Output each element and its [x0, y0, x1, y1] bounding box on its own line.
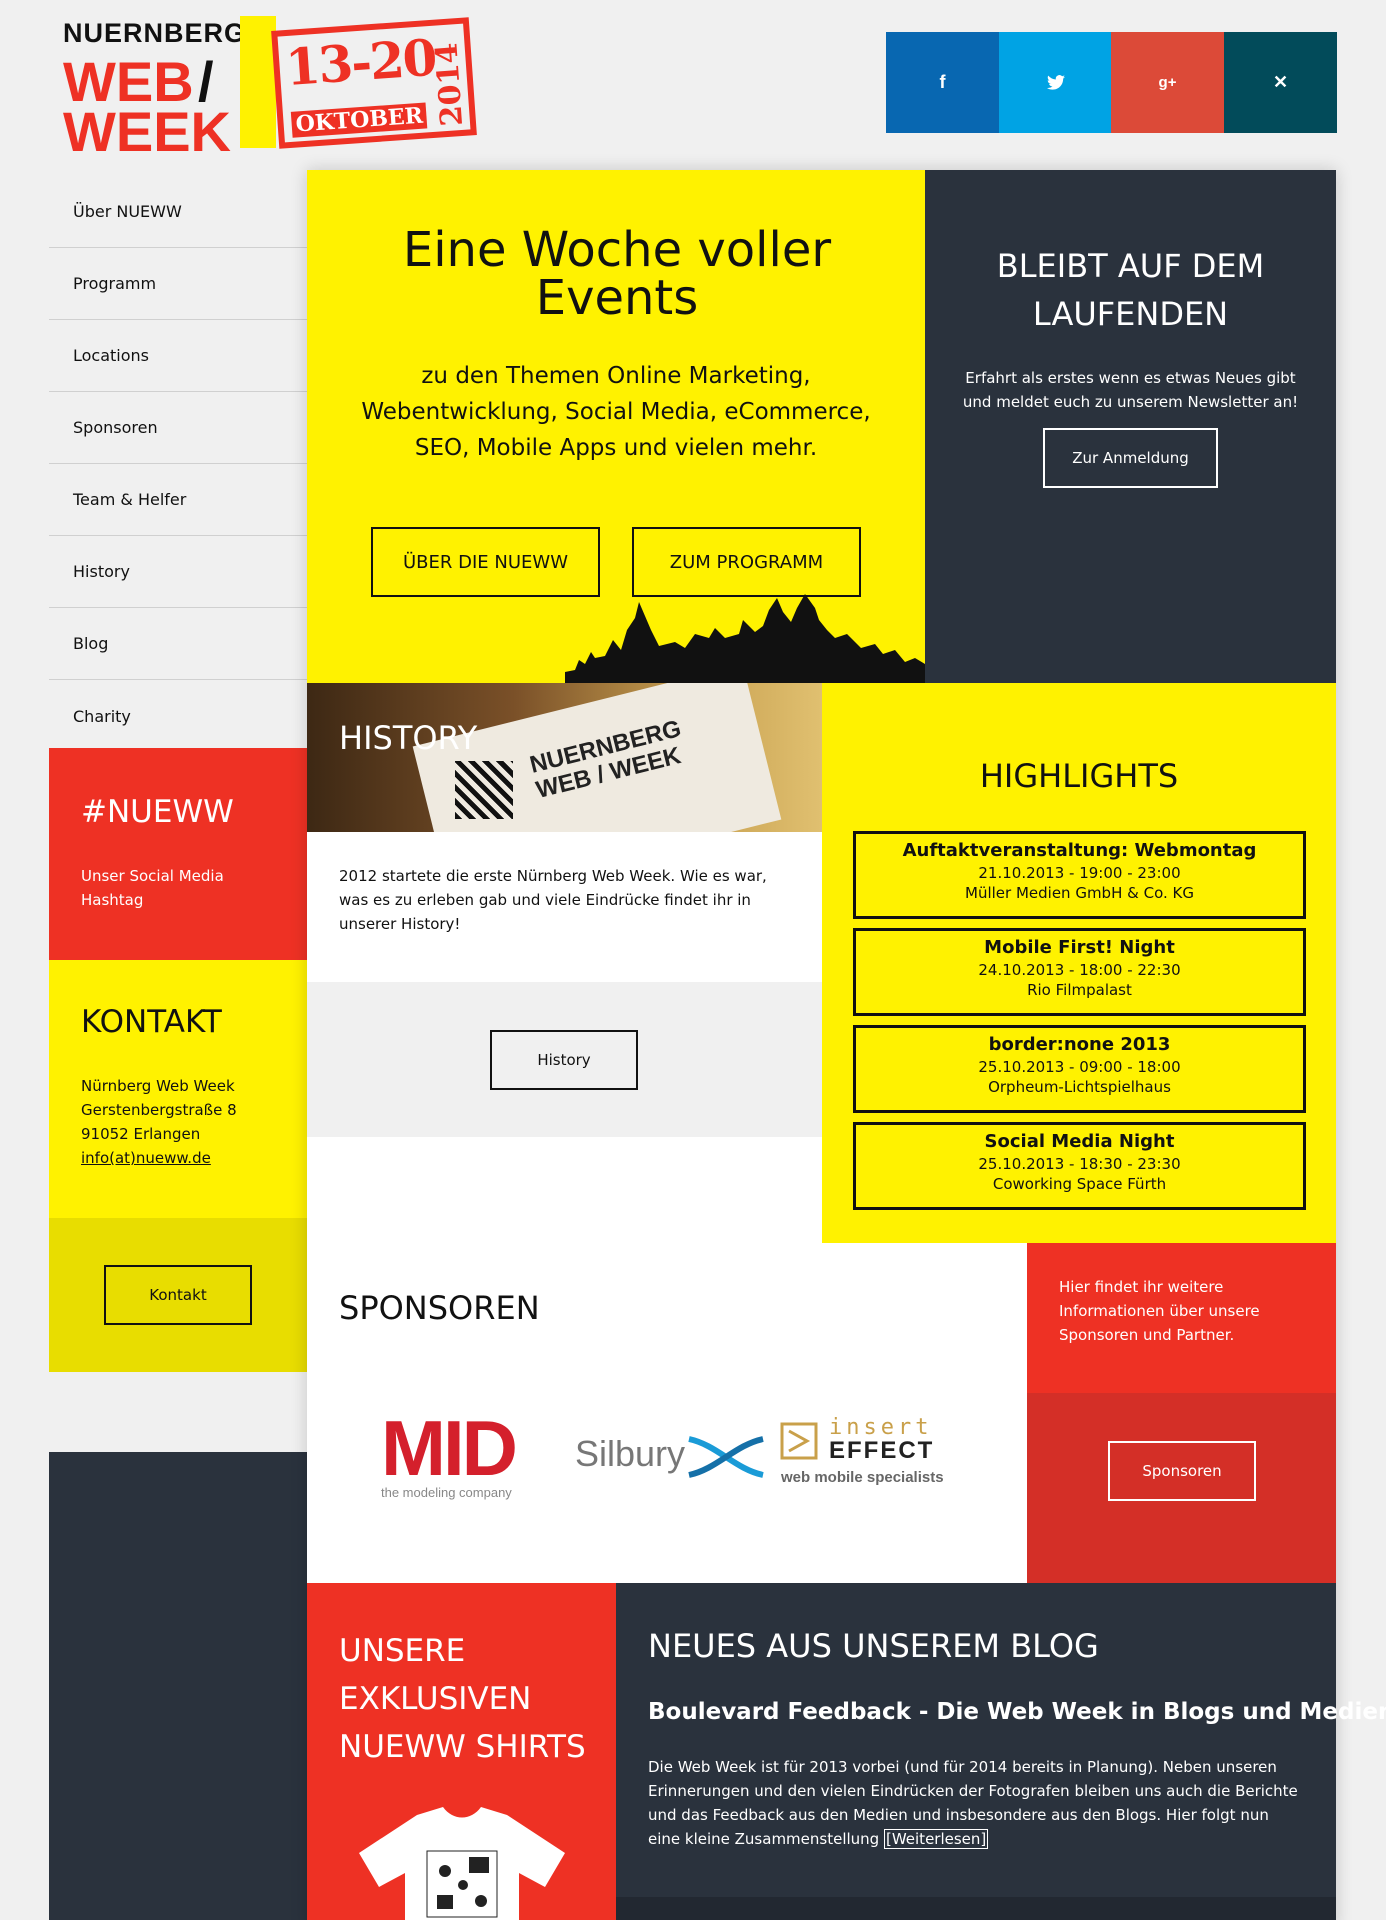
highlight-date: 21.10.2013 - 19:00 - 23:00 [978, 864, 1181, 882]
hero-text: zu den Themen Online Marketing, Webentwi… [361, 363, 871, 461]
nav-item-team[interactable]: Team & Helfer [49, 464, 307, 536]
program-button[interactable]: ZUM PROGRAMM [632, 527, 861, 597]
stamp-dates: 13-20 [283, 27, 438, 98]
highlight-title: Mobile First! Night [984, 937, 1175, 958]
sponsors-title: SPONSOREN [339, 1289, 540, 1327]
facebook-icon: f [939, 72, 946, 92]
mid-logo-text: MID [381, 1404, 518, 1492]
nav-item-blog[interactable]: Blog [49, 608, 307, 680]
tshirt-icon[interactable] [357, 1805, 567, 1920]
qr-code-icon [455, 761, 513, 819]
shirts-section: UNSERE EXKLUSIVEN NUEWW SHIRTS [307, 1583, 616, 1920]
blog-post-excerpt: Die Web Week ist für 2013 vorbei (und fü… [648, 1755, 1298, 1851]
nav-item-programm[interactable]: Programm [49, 248, 307, 320]
highlight-item[interactable]: Social Media Night 25.10.2013 - 18:30 - … [853, 1122, 1306, 1210]
contact-line2: Gerstenbergstraße 8 [81, 1101, 237, 1119]
contact-email-link[interactable]: info(at)nueww.de [81, 1146, 237, 1170]
silbury-logo-text: Silbury [575, 1433, 686, 1474]
stamp-month: OKTOBER [290, 102, 428, 138]
blog-footer-strip [616, 1897, 1336, 1920]
read-more-link[interactable]: [Weiterlesen] [883, 1829, 989, 1849]
highlights-title: HIGHLIGHTS [979, 757, 1179, 795]
highlight-place: Orpheum-Lichtspielhaus [988, 1078, 1171, 1096]
about-nueww-button[interactable]: ÜBER DIE NUEWW [371, 527, 600, 597]
stamp-year: 2014 [429, 41, 471, 128]
newsletter-signup-button[interactable]: Zur Anmeldung [1043, 428, 1218, 488]
blog-title: NEUES AUS UNSEREM BLOG [648, 1627, 1099, 1665]
shirts-title: UNSERE EXKLUSIVEN NUEWW SHIRTS [339, 1633, 586, 1765]
contact-button[interactable]: Kontakt [104, 1265, 252, 1325]
blog-section: NEUES AUS UNSEREM BLOG Boulevard Feedbac… [616, 1583, 1386, 1920]
contact-line1: Nürnberg Web Week [81, 1077, 235, 1095]
history-text: 2012 startete die erste Nürnberg Web Wee… [339, 867, 767, 933]
mid-logo[interactable]: MID the modeling company [381, 1404, 518, 1500]
logo-nuernberg: NUERNBERG [63, 18, 247, 48]
hashtag-text: Unser Social Media Hashtag [81, 867, 224, 909]
highlight-date: 24.10.2013 - 18:00 - 22:30 [978, 961, 1181, 979]
newsletter-title: BLEIBT AUF DEM LAUFENDEN [996, 247, 1265, 333]
highlight-title: Auftaktveranstaltung: Webmontag [902, 840, 1257, 861]
twitter-icon [1046, 75, 1065, 90]
insert-effect-icon [780, 1422, 818, 1460]
highlight-item[interactable]: border:none 2013 25.10.2013 - 09:00 - 18… [853, 1025, 1306, 1113]
city-skyline-icon [565, 594, 925, 683]
nav-item-charity[interactable]: Charity [49, 680, 307, 752]
sponsors-info-box: Hier findet ihr weitere Informationen üb… [1027, 1243, 1336, 1393]
logo-week: WEEK [63, 100, 231, 163]
sponsors-section: SPONSOREN MID the modeling company Silbu… [307, 1243, 1027, 1583]
newsletter-section: BLEIBT AUF DEM LAUFENDEN Erfahrt als ers… [925, 170, 1336, 683]
nav-item-history[interactable]: History [49, 536, 307, 608]
hero-section: Eine Woche voller Events zu den Themen O… [307, 170, 925, 683]
nav-item-sponsoren[interactable]: Sponsoren [49, 392, 307, 464]
sponsors-button-area: Sponsoren [1027, 1393, 1336, 1583]
facebook-button[interactable]: f [886, 32, 999, 133]
hashtag-title: #NUEWW [81, 794, 234, 830]
contact-title: KONTAKT [81, 1004, 222, 1040]
left-dark-block [49, 1452, 307, 1920]
highlight-title: Social Media Night [984, 1131, 1175, 1152]
history-text-box: 2012 startete die erste Nürnberg Web Wee… [307, 832, 822, 982]
newsletter-text: Erfahrt als erstes wenn es etwas Neues g… [962, 369, 1299, 411]
nav-item-locations[interactable]: Locations [49, 320, 307, 392]
highlight-item[interactable]: Mobile First! Night 24.10.2013 - 18:00 -… [853, 928, 1306, 1016]
highlight-date: 25.10.2013 - 09:00 - 18:00 [978, 1058, 1181, 1076]
twitter-button[interactable] [999, 32, 1112, 133]
blog-post-title[interactable]: Boulevard Feedback - Die Web Week in Blo… [648, 1699, 1386, 1725]
contact-button-area: Kontakt [49, 1218, 307, 1372]
mid-logo-sub: the modeling company [381, 1485, 512, 1500]
contact-line3: 91052 Erlangen [81, 1125, 201, 1143]
highlight-item[interactable]: Auftaktveranstaltung: Webmontag 21.10.20… [853, 831, 1306, 919]
hashtag-box: #NUEWW Unser Social Media Hashtag [49, 748, 307, 960]
effect-text: EFFECT [829, 1437, 935, 1464]
google-plus-button[interactable]: g+ [1111, 32, 1224, 133]
highlight-title: border:none 2013 [988, 1034, 1171, 1055]
sponsors-button[interactable]: Sponsoren [1108, 1441, 1256, 1501]
xing-button[interactable]: ✕ [1224, 32, 1337, 133]
history-button[interactable]: History [490, 1030, 638, 1090]
site-logo[interactable]: NUERNBERG WEB / WEEK 13-20 OKTOBER 2014 [63, 16, 483, 160]
nav-item-ueber[interactable]: Über NUEWW [49, 176, 307, 248]
silbury-logo[interactable]: Silbury [575, 1429, 765, 1489]
contact-address: Nürnberg Web Week Gerstenbergstraße 8 91… [81, 1074, 237, 1170]
contact-box: KONTAKT Nürnberg Web Week Gerstenbergstr… [49, 960, 307, 1218]
hero-title: Eine Woche voller Events [402, 222, 832, 326]
history-image: NUERNBERG WEB / WEEK HISTORY [307, 683, 822, 832]
highlight-place: Coworking Space Fürth [992, 1175, 1167, 1193]
history-button-area: History [307, 982, 822, 1137]
silbury-x-icon [688, 1436, 764, 1478]
date-stamp: 13-20 OKTOBER 2014 [271, 17, 477, 149]
sponsors-info-text: Hier findet ihr weitere Informationen üb… [1059, 1278, 1260, 1344]
xing-icon: ✕ [1272, 72, 1289, 92]
google-plus-icon: g+ [1158, 74, 1177, 91]
history-spacer [307, 1137, 822, 1243]
insert-effect-logo[interactable]: insert EFFECT web mobile specialists [777, 1415, 967, 1497]
highlight-place: Müller Medien GmbH & Co. KG [965, 884, 1194, 902]
effect-sub-text: web mobile specialists [781, 1469, 944, 1486]
history-title: HISTORY [339, 719, 478, 757]
main-navigation: Über NUEWW Programm Locations Sponsoren … [49, 176, 307, 752]
highlight-date: 25.10.2013 - 18:30 - 23:30 [978, 1155, 1181, 1173]
highlight-place: Rio Filmpalast [1027, 981, 1132, 999]
